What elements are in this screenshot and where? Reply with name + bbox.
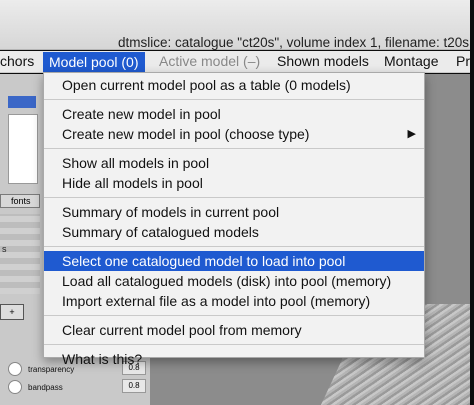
tab-fonts[interactable]: fonts [0, 194, 40, 208]
panel-add-button[interactable]: + [0, 304, 24, 320]
menu-item-create-model-choose-type[interactable]: Create new model in pool (choose type) ▶ [44, 124, 424, 144]
menu-separator [44, 99, 424, 100]
menu-item-summary-current-pool[interactable]: Summary of models in current pool [44, 202, 424, 222]
menu-montage[interactable]: Montage [384, 53, 438, 69]
menu-item-load-all-catalogued[interactable]: Load all catalogued models (disk) into p… [44, 271, 424, 291]
panel-side-label: s [2, 244, 7, 254]
panel-stripe-area [0, 214, 40, 294]
menu-model-pool[interactable]: Model pool (0) [43, 52, 145, 72]
bandpass-radio[interactable] [8, 380, 22, 394]
menu-anchors[interactable]: chors [0, 53, 34, 69]
menu-item-clear-pool[interactable]: Clear current model pool from memory [44, 320, 424, 340]
menu-shown-models[interactable]: Shown models [277, 53, 369, 69]
menu-separator [44, 197, 424, 198]
menu-item-open-pool-table[interactable]: Open current model pool as a table (0 mo… [44, 75, 424, 95]
menu-item-import-external-file[interactable]: Import external file as a model into poo… [44, 291, 424, 311]
menu-item-what-is-this[interactable]: What is this? [44, 349, 424, 369]
menu-active-model[interactable]: Active model (–) [159, 53, 260, 69]
menu-item-create-model[interactable]: Create new model in pool [44, 104, 424, 124]
window-title: dtmslice: catalogue "ct20s", volume inde… [118, 35, 474, 50]
menu-separator [44, 344, 424, 345]
menu-item-select-catalogued-model[interactable]: Select one catalogued model to load into… [44, 251, 424, 271]
window-titlebar: dtmslice: catalogue "ct20s", volume inde… [0, 0, 474, 50]
submenu-arrow-icon: ▶ [407, 128, 416, 140]
menu-separator [44, 148, 424, 149]
menu-preferences[interactable]: Pr [456, 53, 470, 69]
menu-item-summary-catalogued[interactable]: Summary of catalogued models [44, 222, 424, 242]
bandpass-value-field[interactable]: 0.8 [122, 379, 146, 393]
window-edge [470, 0, 474, 405]
menu-separator [44, 246, 424, 247]
bandpass-label: bandpass [28, 382, 63, 392]
menu-separator [44, 315, 424, 316]
panel-list-box[interactable] [8, 114, 38, 184]
model-pool-menu: Open current model pool as a table (0 mo… [43, 72, 425, 367]
panel-header-bar [8, 96, 36, 108]
bandpass-row: bandpass [8, 380, 63, 394]
transparency-radio[interactable] [8, 362, 22, 376]
menu-item-show-all-models[interactable]: Show all models in pool [44, 153, 424, 173]
menubar: chors Model pool (0) Active model (–) Sh… [0, 51, 474, 73]
menu-item-create-model-choose-type-label: Create new model in pool (choose type) [62, 126, 310, 142]
menu-item-hide-all-models[interactable]: Hide all models in pool [44, 173, 424, 193]
